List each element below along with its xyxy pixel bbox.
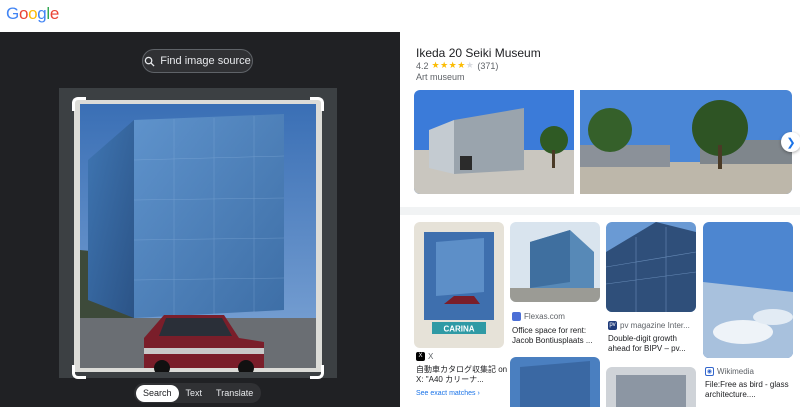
gallery-next-chevron-icon[interactable]: ❯ — [781, 132, 800, 152]
result-source-3: pv pv magazine Inter... — [608, 321, 690, 330]
section-divider — [400, 207, 800, 215]
result-thumbnail-1[interactable]: CARINA — [414, 222, 504, 348]
result-title-1[interactable]: 自動車カタログ収集記 on X: "A40 カリーナ... — [416, 365, 508, 385]
review-count[interactable]: (371) — [477, 61, 498, 71]
rating-value: 4.2 — [416, 60, 429, 71]
top-bar: Google — [0, 0, 800, 32]
result-source-4: ◉ Wikimedia — [705, 367, 754, 376]
crop-handle-bottom-left[interactable] — [72, 365, 86, 379]
find-image-source-label: Find image source — [160, 55, 251, 67]
lens-mode-switcher: Search Text Translate — [134, 383, 261, 403]
find-image-source-button[interactable]: Find image source — [142, 49, 253, 73]
mode-search[interactable]: Search — [136, 384, 179, 402]
wikimedia-logo-icon: ◉ — [705, 367, 714, 376]
knowledge-panel-title[interactable]: Ikeda 20 Seiki Museum — [416, 46, 541, 60]
result-thumbnail-4[interactable] — [703, 222, 793, 358]
result-thumbnail-6[interactable] — [606, 367, 696, 407]
crop-handle-top-right[interactable] — [310, 97, 324, 111]
result-source-3-label: pv magazine Inter... — [620, 321, 690, 330]
place-category: Art museum — [416, 72, 465, 82]
filled-stars: ★★★★ — [431, 60, 466, 70]
result-thumbnail-2[interactable] — [510, 222, 600, 302]
google-logo[interactable]: Google — [6, 4, 59, 24]
gallery-image-2[interactable] — [580, 90, 792, 194]
rating-row: 4.2 ★★★★★ (371) — [416, 60, 498, 71]
pv-magazine-logo-icon: pv — [608, 321, 617, 330]
mode-text[interactable]: Text — [179, 385, 210, 402]
see-exact-matches-label: See exact matches — [416, 390, 476, 397]
carina-label: CARINA — [443, 325, 474, 334]
crop-handle-top-left[interactable] — [72, 97, 86, 111]
result-source-1: X X — [416, 352, 433, 361]
mode-translate[interactable]: Translate — [209, 385, 260, 402]
selected-image[interactable] — [74, 100, 322, 372]
result-thumbnail-5[interactable] — [510, 357, 600, 407]
x-logo-icon: X — [416, 352, 425, 361]
result-thumbnail-3[interactable] — [606, 222, 696, 312]
result-title-4[interactable]: File:Free as bird - glass architecture..… — [705, 380, 797, 400]
see-exact-matches-link[interactable]: See exact matches › — [416, 390, 480, 397]
flexas-logo-icon — [512, 312, 521, 321]
lens-image-panel: Find image source Search Text Translate — [0, 32, 400, 407]
result-source-2-label: Flexas.com — [524, 312, 565, 321]
star-rating-icon: ★★★★★ — [432, 60, 475, 71]
result-source-1-label: X — [428, 352, 434, 361]
crop-handle-bottom-right[interactable] — [310, 365, 324, 379]
results-panel: Ikeda 20 Seiki Museum 4.2 ★★★★★ (371) Ar… — [400, 32, 800, 407]
result-source-2: Flexas.com — [512, 312, 565, 321]
empty-star: ★ — [465, 60, 475, 70]
gallery-image-1[interactable] — [414, 90, 574, 194]
result-source-4-label: Wikimedia — [717, 367, 754, 376]
lens-search-icon — [144, 56, 155, 67]
result-title-3[interactable]: Double-digit growth ahead for BIPV – pv.… — [608, 334, 700, 354]
result-title-2[interactable]: Office space for rent: Jacob Bontiusplaa… — [512, 326, 604, 346]
